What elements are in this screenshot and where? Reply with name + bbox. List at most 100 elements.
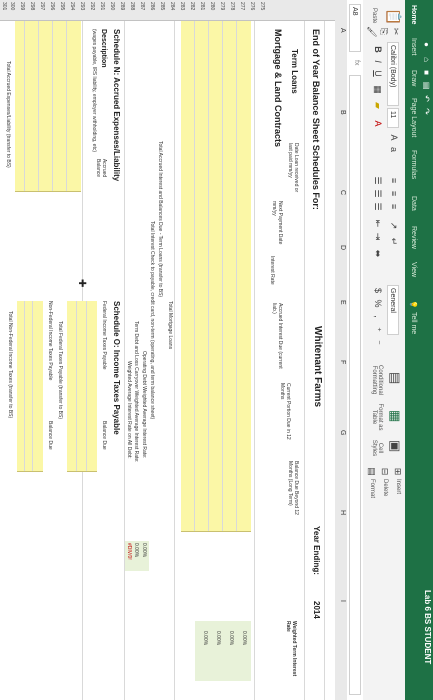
align-middle-icon[interactable]: ≡ <box>388 188 399 199</box>
bold-icon[interactable]: B <box>372 44 383 55</box>
row-header[interactable]: 275 <box>259 2 265 10</box>
tab-data[interactable]: Data <box>410 196 417 211</box>
tab-formulas[interactable]: Formulas <box>410 150 417 179</box>
row-header[interactable]: 283 <box>179 2 185 10</box>
decrease-indent-icon[interactable]: ⇤ <box>372 218 383 229</box>
font-color-icon[interactable]: A <box>372 118 383 129</box>
align-bottom-icon[interactable]: ≡ <box>388 201 399 212</box>
col-header-c[interactable]: C <box>339 190 346 195</box>
merge-center-icon[interactable]: ⬌ <box>372 248 383 259</box>
tab-page-layout[interactable]: Page Layout <box>410 98 417 137</box>
mortgage-input-area[interactable] <box>181 21 251 532</box>
row-header[interactable]: 300 <box>9 2 15 10</box>
tab-draw[interactable]: Draw <box>410 70 417 86</box>
number-format-dropdown[interactable]: General <box>387 285 399 335</box>
row-header[interactable]: 289 <box>119 2 125 10</box>
row-header[interactable]: 276 <box>249 2 255 10</box>
format-cells-label[interactable]: Format <box>369 479 375 498</box>
formula-input[interactable] <box>349 75 361 695</box>
fill-color-icon[interactable]: ▰ <box>372 100 383 111</box>
print-icon[interactable]: ▤ <box>422 81 431 90</box>
copy-icon[interactable]: ⎘ <box>378 26 389 37</box>
conditional-formatting-icon[interactable]: ▤ <box>388 372 403 384</box>
row-header[interactable]: 282 <box>189 2 195 10</box>
save-icon[interactable]: ■ <box>422 68 431 77</box>
cell-styles-icon[interactable]: ▣ <box>388 440 403 452</box>
cell-styles-label[interactable]: Cell Styles <box>371 436 383 460</box>
row-header[interactable]: 285 <box>159 2 165 10</box>
row-header[interactable]: 293 <box>79 2 85 10</box>
insert-cells-label[interactable]: Insert <box>395 479 401 494</box>
col-header-d[interactable]: D <box>339 245 346 250</box>
undo-icon[interactable]: ↶ <box>422 94 431 103</box>
tell-me-search[interactable]: Tell me <box>410 312 417 334</box>
row-header[interactable]: 281 <box>199 2 205 10</box>
name-box[interactable]: A8 <box>349 4 361 52</box>
col-header-f[interactable]: F <box>339 360 346 364</box>
comma-icon[interactable]: , <box>372 311 383 322</box>
conditional-formatting-label[interactable]: Conditional Formatting <box>371 360 383 400</box>
col-header-g[interactable]: G <box>339 430 346 435</box>
row-header[interactable]: 284 <box>169 2 175 10</box>
tab-insert[interactable]: Insert <box>410 38 417 56</box>
font-name-dropdown[interactable]: Calibri (Body) <box>387 42 399 106</box>
tab-view[interactable]: View <box>410 262 417 277</box>
col-header-i[interactable]: I <box>339 600 346 602</box>
formula-fx-icon[interactable]: fx <box>353 60 360 65</box>
paste-icon[interactable]: 📋 <box>386 8 402 25</box>
row-header[interactable]: 288 <box>129 2 135 10</box>
row-header[interactable]: 296 <box>49 2 55 10</box>
italic-icon[interactable]: I <box>372 56 383 67</box>
col-header-h[interactable]: H <box>339 510 346 515</box>
row-header[interactable]: 291 <box>99 2 105 10</box>
row-header[interactable]: 294 <box>69 2 75 10</box>
delete-cells-icon[interactable]: ⊟ <box>379 466 390 477</box>
borders-icon[interactable]: ▦ <box>372 84 383 95</box>
grow-font-icon[interactable]: A <box>388 132 399 143</box>
format-as-table-label[interactable]: Format as Table <box>371 402 383 432</box>
row-header[interactable]: 287 <box>139 2 145 10</box>
autosave-icon[interactable]: ● <box>422 40 431 49</box>
percent-icon[interactable]: % <box>372 298 383 309</box>
insert-cells-icon[interactable]: ⊞ <box>392 466 403 477</box>
col-header-b[interactable]: B <box>339 110 346 115</box>
row-header[interactable]: 298 <box>29 2 35 10</box>
font-size-dropdown[interactable]: 11 <box>387 108 399 128</box>
shrink-font-icon[interactable]: a <box>388 144 399 155</box>
col-header-a[interactable]: A <box>339 28 346 33</box>
decrease-decimal-icon[interactable]: ⁻ <box>372 337 383 348</box>
format-as-table-icon[interactable]: ▦ <box>388 410 403 422</box>
tab-review[interactable]: Review <box>410 226 417 249</box>
format-painter-icon[interactable]: 🖌 <box>366 26 377 37</box>
increase-indent-icon[interactable]: ⇥ <box>372 231 383 242</box>
delete-cells-label[interactable]: Delete <box>382 479 388 496</box>
row-header[interactable]: 299 <box>19 2 25 10</box>
non-federal-taxes-input-area[interactable] <box>17 301 43 472</box>
row-header[interactable]: 297 <box>39 2 45 10</box>
row-header[interactable]: 301 <box>1 2 7 10</box>
worksheet-grid[interactable]: End of Year Balance Sheet Schedules For:… <box>0 21 335 700</box>
increase-decimal-icon[interactable]: ⁺ <box>372 324 383 335</box>
row-header[interactable]: 277 <box>239 2 245 10</box>
col-header-e[interactable]: E <box>339 300 346 305</box>
tab-home[interactable]: Home <box>410 5 417 24</box>
row-header[interactable]: 286 <box>149 2 155 10</box>
orientation-icon[interactable]: ↗ <box>388 220 399 231</box>
year-value[interactable]: 2014 <box>312 601 321 619</box>
align-top-icon[interactable]: ≡ <box>388 175 399 186</box>
align-center-icon[interactable]: ☰ <box>372 188 383 199</box>
cut-icon[interactable]: ✂ <box>390 26 401 37</box>
format-cells-icon[interactable]: ▤ <box>366 466 377 477</box>
row-header[interactable]: 292 <box>89 2 95 10</box>
federal-taxes-input-area[interactable] <box>67 301 97 472</box>
align-left-icon[interactable]: ☰ <box>372 175 383 186</box>
farm-name[interactable]: Whitenant Farms <box>312 326 323 407</box>
redo-icon[interactable]: ↷ <box>422 107 431 116</box>
row-header[interactable]: 295 <box>59 2 65 10</box>
row-header[interactable]: 290 <box>109 2 115 10</box>
row-header[interactable]: 278 <box>229 2 235 10</box>
wrap-text-icon[interactable]: ↵ <box>388 236 399 247</box>
align-right-icon[interactable]: ☰ <box>372 201 383 212</box>
underline-icon[interactable]: U <box>372 68 383 79</box>
home-icon[interactable]: ⌂ <box>422 55 431 64</box>
